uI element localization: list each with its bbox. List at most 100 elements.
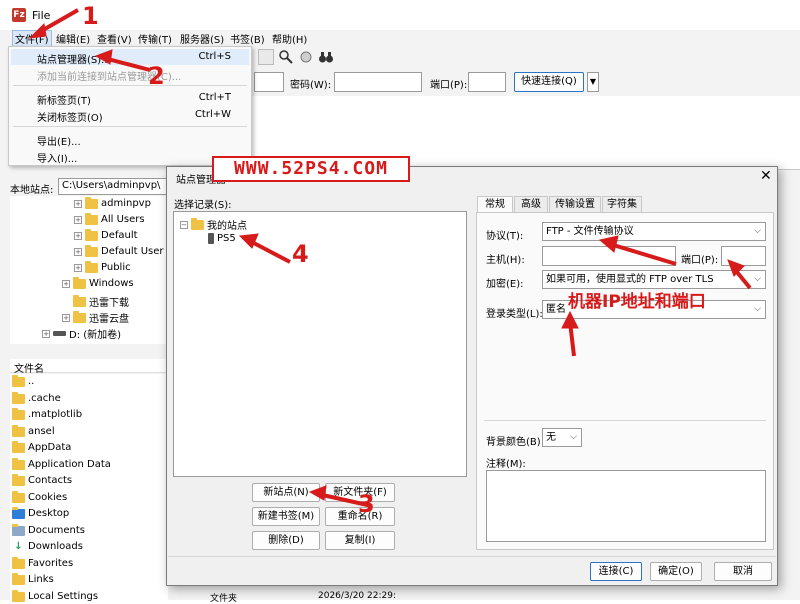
list-item[interactable]: .matplotlib [12,407,82,420]
tree-root-my-sites[interactable]: − 我的站点 [180,217,247,232]
menu-server[interactable]: 服务器(S) [180,31,224,46]
local-path-input[interactable]: C:\Users\adminpvp\ [58,178,168,195]
expand-icon[interactable]: + [62,279,70,288]
file-menu-site-manager[interactable]: 站点管理器(S)... [37,51,111,66]
search-icon[interactable] [278,49,294,65]
copy-button[interactable]: 复制(I) [325,531,395,550]
protocol-select[interactable]: FTP - 文件传输协议 ⌵ [542,222,766,241]
expand-icon[interactable]: + [74,199,82,208]
tab-advanced[interactable]: 高级 [514,196,548,213]
expand-icon[interactable]: + [74,215,82,224]
column-header-filename[interactable]: 文件名 [14,360,44,375]
new-bookmark-button[interactable]: 新建书签(M) [252,507,320,526]
tree-item[interactable]: 迅雷下载 [73,294,129,309]
protocol-label: 协议(T): [486,231,524,242]
tree-item[interactable]: + Public [74,260,131,273]
port-input[interactable] [721,246,766,266]
quickconnect-user-input[interactable] [254,72,284,92]
list-item[interactable]: ansel [12,424,55,437]
list-item[interactable]: Links [12,572,54,585]
list-item[interactable]: Favorites [12,556,74,569]
new-site-button[interactable]: 新站点(N) [252,483,320,502]
toggle-panel-icon[interactable] [258,49,274,65]
folder-icon [12,572,25,585]
expand-icon[interactable]: + [74,247,82,256]
tab-transfer-settings[interactable]: 传输设置 [549,196,601,213]
list-item[interactable]: .. [12,374,34,387]
tree-item[interactable]: + D: (新加卷) [42,326,121,341]
quickconnect-password-input[interactable] [334,72,422,92]
file-menu-new-tab[interactable]: 新标签页(T) [37,92,91,107]
sync-browse-icon[interactable] [298,49,314,65]
connect-button[interactable]: 连接(C) [590,562,642,581]
file-name: Local Settings [28,591,99,602]
tree-item[interactable]: + Default [74,228,138,241]
desktop-icon [12,506,25,519]
host-input[interactable] [542,246,676,266]
list-item[interactable]: ↓ Downloads [12,541,83,552]
list-item[interactable]: Documents [12,523,86,536]
list-item[interactable]: Desktop [12,506,69,519]
menu-edit[interactable]: 编辑(E) [56,31,90,46]
annotation-ip-port: 机器IP地址和端口 [568,292,706,312]
list-item[interactable]: .cache [12,391,61,404]
file-name: AppData [28,442,72,453]
dialog-footer-divider [168,556,776,557]
quickconnect-button[interactable]: 快速连接(Q) [514,72,584,92]
file-menu-close-tab-shortcut: Ctrl+W [194,109,231,120]
watermark-banner: WWW.52PS4.COM [212,156,410,182]
list-item[interactable]: Cookies [12,490,67,503]
menu-help[interactable]: 帮助(H) [272,31,307,46]
tree-item-label: Default User [101,246,164,257]
tree-item[interactable]: + 迅雷云盘 [62,310,129,325]
file-menu-new-tab-shortcut: Ctrl+T [198,92,231,103]
menu-view[interactable]: 查看(V) [97,31,132,46]
menu-file[interactable]: 文件(F) [12,30,52,47]
tree-item[interactable]: + Windows [62,276,134,289]
file-menu-export[interactable]: 导出(E)... [37,133,81,148]
file-name: Favorites [28,558,74,569]
tree-item-label: Public [101,262,131,273]
tree-item[interactable]: + adminpvp [74,196,151,209]
list-item[interactable]: Contacts [12,473,73,486]
folder-icon [12,391,25,404]
drive-icon [53,331,66,336]
quickconnect-history-dropdown[interactable]: ▼ [587,72,599,92]
file-menu-close-tab[interactable]: 关闭标签页(O) [37,109,103,124]
expand-icon[interactable]: + [62,313,70,322]
background-color-select[interactable]: 无 ⌵ [542,428,582,447]
expand-icon[interactable]: + [74,263,82,272]
ok-button[interactable]: 确定(O) [650,562,702,581]
tree-item-label: 迅雷下载 [89,298,129,309]
tab-charset[interactable]: 字符集 [602,196,642,213]
comment-textarea[interactable] [486,470,766,542]
tree-item-ps5[interactable]: PS5 [208,233,236,244]
list-item[interactable]: Local Settings [12,589,99,602]
quickconnect-port-input[interactable] [468,72,506,92]
file-name: Documents [28,525,86,536]
list-item[interactable]: AppData [12,440,72,453]
menu-transfer[interactable]: 传输(T) [138,31,172,46]
binoculars-icon[interactable] [318,49,334,65]
filezilla-logo-icon: Fz [12,8,26,22]
file-menu-import[interactable]: 导入(I)... [37,150,77,165]
file-name: Contacts [28,475,73,486]
cancel-button[interactable]: 取消 [714,562,772,581]
folder-icon [12,589,25,602]
delete-button[interactable]: 删除(D) [252,531,320,550]
list-item[interactable]: Application Data [12,457,111,470]
tree-item-label: adminpvp [101,198,151,209]
encryption-label: 加密(E): [486,279,524,290]
collapse-icon[interactable]: − [180,220,188,229]
folder-icon [12,556,25,569]
close-icon[interactable]: ✕ [760,168,772,184]
toolbar [252,46,800,68]
tree-item[interactable]: + Default User [74,244,164,257]
tree-item[interactable]: + All Users [74,212,145,225]
menu-bookmarks[interactable]: 书签(B) [230,31,265,46]
tree-item-label: D: (新加卷) [69,330,122,341]
expand-icon[interactable]: + [74,231,82,240]
app-title: File [32,9,51,22]
tree-root-label: 我的站点 [207,221,247,232]
expand-icon[interactable]: + [42,329,50,338]
